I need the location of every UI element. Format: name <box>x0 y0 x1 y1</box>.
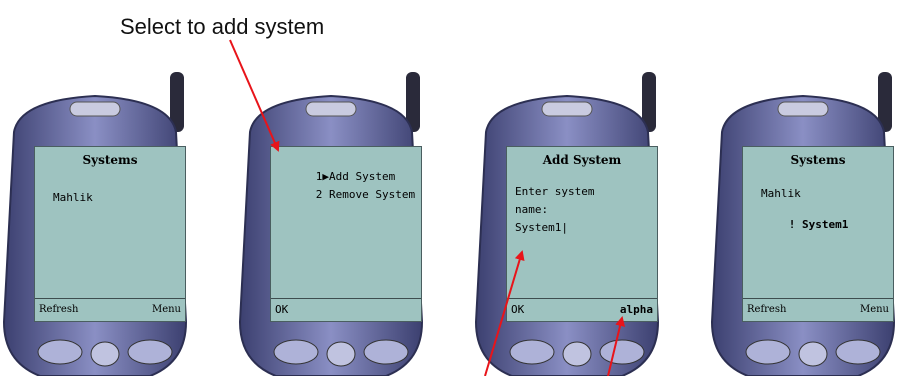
arrow-to-alpha-mode <box>607 316 625 376</box>
arrow-to-add-system <box>229 39 280 152</box>
annotation-arrows <box>229 39 625 376</box>
arrow-to-name-input <box>484 250 525 376</box>
